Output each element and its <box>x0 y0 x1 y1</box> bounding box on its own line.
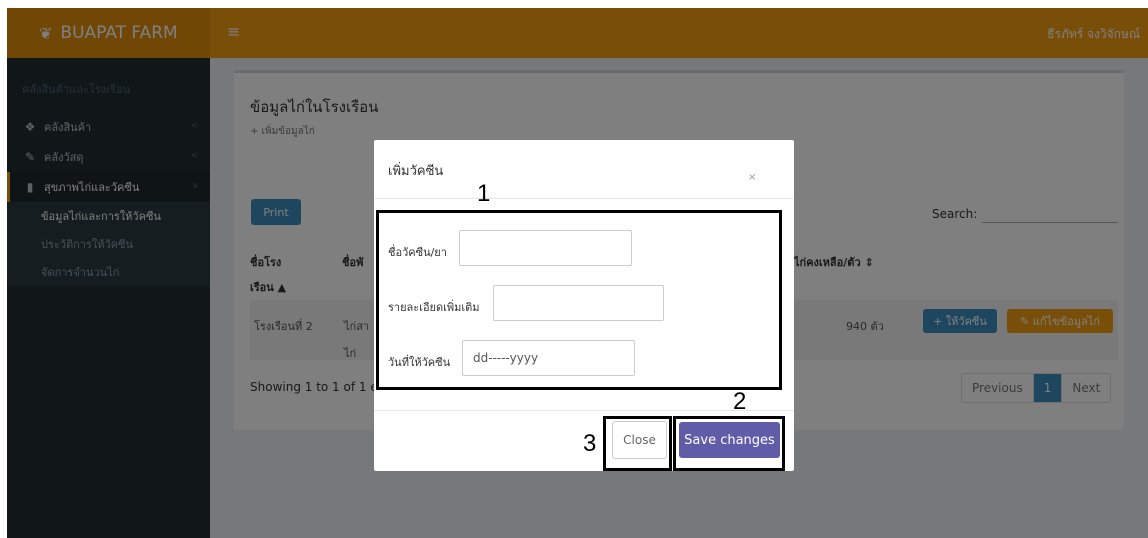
annotation-label-2: 2 <box>733 388 747 415</box>
annotation-box-2 <box>673 416 785 471</box>
annotation-label-3: 3 <box>583 430 597 457</box>
annotation-box-1 <box>376 210 782 390</box>
modal-header-divider <box>374 198 794 199</box>
annotation-label-1: 1 <box>477 180 491 207</box>
annotation-box-3 <box>603 416 672 471</box>
modal-title: เพิ่มวัคซีน <box>388 164 444 179</box>
close-icon[interactable]: × <box>748 172 756 183</box>
modal-footer-divider <box>374 410 794 411</box>
